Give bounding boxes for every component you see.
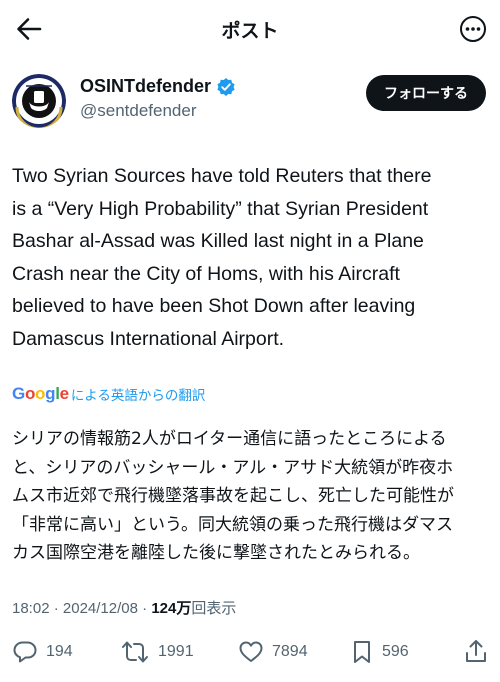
page-title: ポスト: [221, 20, 279, 42]
translated-text-line: ムス市近郊で飛行機墜落事故を起こし、死亡した可能性が: [12, 486, 454, 506]
google-logo: Google: [12, 384, 69, 404]
translated-text: シリアの情報筋2人がロイター通信に語ったところによる と、シリアのバッシャール・…: [12, 425, 490, 568]
google-logo-letter: G: [12, 384, 25, 403]
tweet-text-line: is a “Very High Probability” that Syrian…: [12, 197, 429, 220]
verified-badge-icon: [217, 77, 235, 96]
tweet-text-line: Two Syrian Sources have told Reuters tha…: [12, 165, 432, 187]
post-date[interactable]: 2024/12/08: [63, 600, 138, 617]
tweet-text-line: Damascus International Airport.: [12, 327, 285, 350]
tweet-text-line: Crash near the City of Homs, with his Ai…: [12, 262, 400, 285]
translation-attribution-link[interactable]: Google による英語からの翻訳: [12, 384, 205, 404]
more-options-icon: [460, 16, 486, 42]
top-bar: ポスト: [0, 0, 500, 58]
author-row: OSINTdefender @sentdefender フォローする: [0, 64, 500, 134]
translated-text-line: と、シリアのバッシャール・アル・アサド大統領が昨夜ホ: [12, 457, 454, 478]
like-button[interactable]: 7894: [238, 634, 308, 670]
reply-icon: [13, 641, 37, 663]
bookmark-count: 596: [382, 643, 409, 660]
follow-button[interactable]: フォローする: [366, 75, 486, 111]
post-time[interactable]: 18:02: [12, 600, 50, 617]
meta-separator: ·: [142, 600, 152, 617]
avatar[interactable]: [12, 74, 66, 128]
google-logo-letter: g: [45, 384, 56, 403]
translated-text-line: カス国際空港を離陸した後に撃墜されたとみられる。: [12, 543, 420, 563]
tweet-text: Two Syrian Sources have told Reuters tha…: [12, 160, 490, 355]
google-logo-letter: e: [59, 384, 69, 403]
more-options-button[interactable]: [456, 12, 490, 46]
google-logo-letter: o: [24, 384, 36, 403]
view-count: 124万: [151, 600, 192, 617]
bookmark-button[interactable]: 596: [350, 634, 409, 670]
author-names: OSINTdefender @sentdefender: [80, 76, 236, 121]
author-handle[interactable]: @sentdefender: [80, 101, 236, 121]
google-logo-letter: o: [35, 384, 46, 403]
share-button[interactable]: [464, 638, 488, 669]
reply-button[interactable]: 194: [12, 634, 73, 670]
author-display-name[interactable]: OSINTdefender: [80, 76, 236, 97]
meta-separator: ·: [53, 600, 63, 617]
share-icon: [466, 640, 486, 662]
translated-text-line: 「非常に高い」という。同大統領の乗った飛行機はダマス: [12, 514, 453, 535]
reply-count: 194: [46, 643, 73, 660]
translated-text-line: シリアの情報筋2人がロイター通信に語ったところによる: [12, 429, 447, 449]
bookmark-icon: [354, 641, 370, 663]
osint-logo-icon: [12, 74, 66, 128]
repost-count: 1991: [158, 643, 194, 660]
repost-icon: [122, 641, 148, 663]
tweet-text-line: Bashar al-Assad was Killed last night in…: [12, 230, 424, 252]
tweet-text-line: believed to have been Shot Down after le…: [12, 295, 416, 317]
translation-label: による英語からの翻訳: [70, 388, 206, 404]
heart-icon: [239, 641, 263, 662]
action-bar: 194 1991 7894 596: [0, 634, 500, 670]
repost-button[interactable]: 1991: [120, 634, 194, 670]
like-count: 7894: [272, 643, 308, 660]
tweet-meta: 18:02 · 2024/12/08 · 124万回表示: [12, 597, 236, 618]
view-count-label: 回表示: [191, 600, 237, 617]
display-name-text: OSINTdefender: [80, 76, 212, 96]
